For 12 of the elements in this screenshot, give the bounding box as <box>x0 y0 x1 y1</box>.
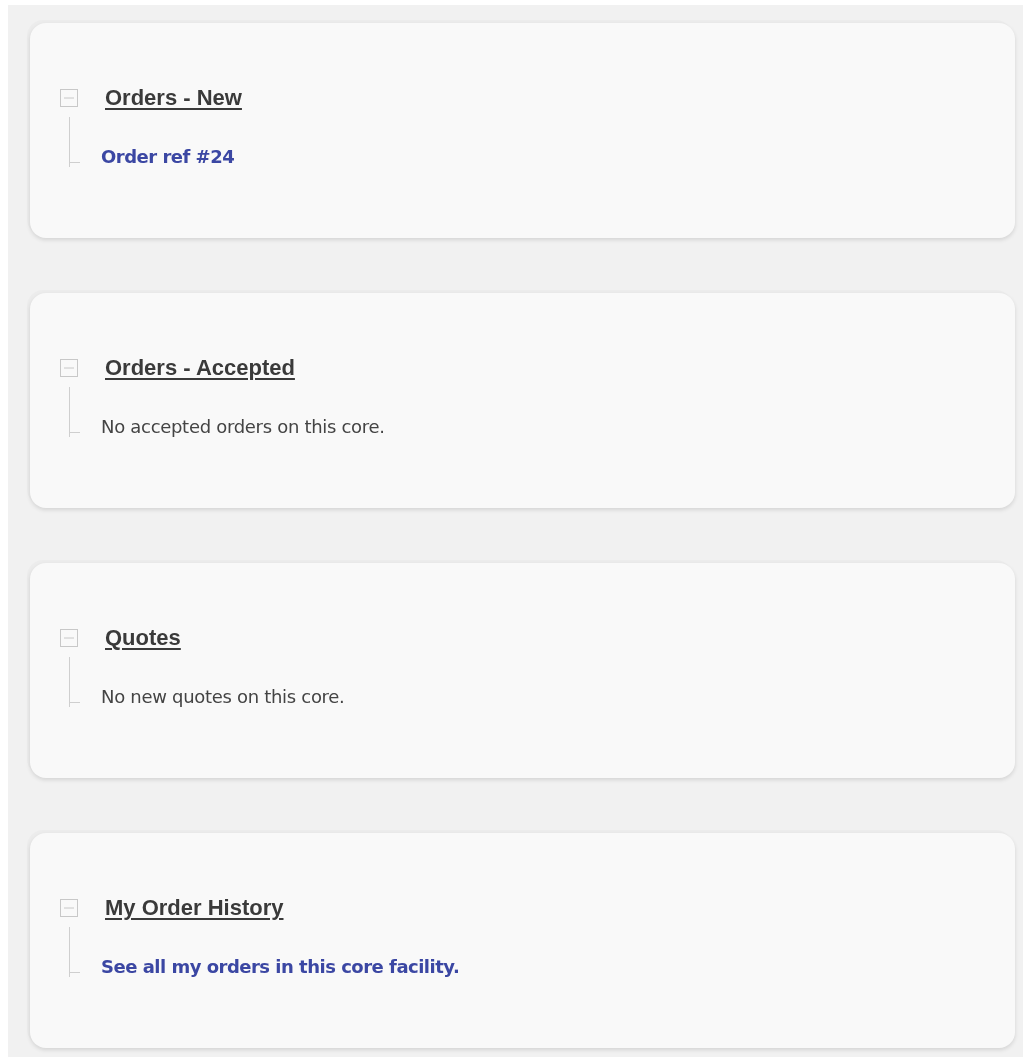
section-title[interactable]: My Order History <box>105 895 284 921</box>
collapse-icon[interactable] <box>60 359 78 377</box>
section-title[interactable]: Quotes <box>105 625 181 651</box>
collapse-icon[interactable] <box>60 899 78 917</box>
empty-message: No new quotes on this core. <box>101 686 345 707</box>
collapse-icon[interactable] <box>60 629 78 647</box>
item-link[interactable]: Order ref #24 <box>101 146 235 167</box>
collapse-icon[interactable] <box>60 89 78 107</box>
item-link[interactable]: See all my orders in this core facility. <box>101 956 460 977</box>
section-title[interactable]: Orders - New <box>105 85 242 111</box>
empty-message: No accepted orders on this core. <box>101 416 385 437</box>
section-title[interactable]: Orders - Accepted <box>105 355 295 381</box>
